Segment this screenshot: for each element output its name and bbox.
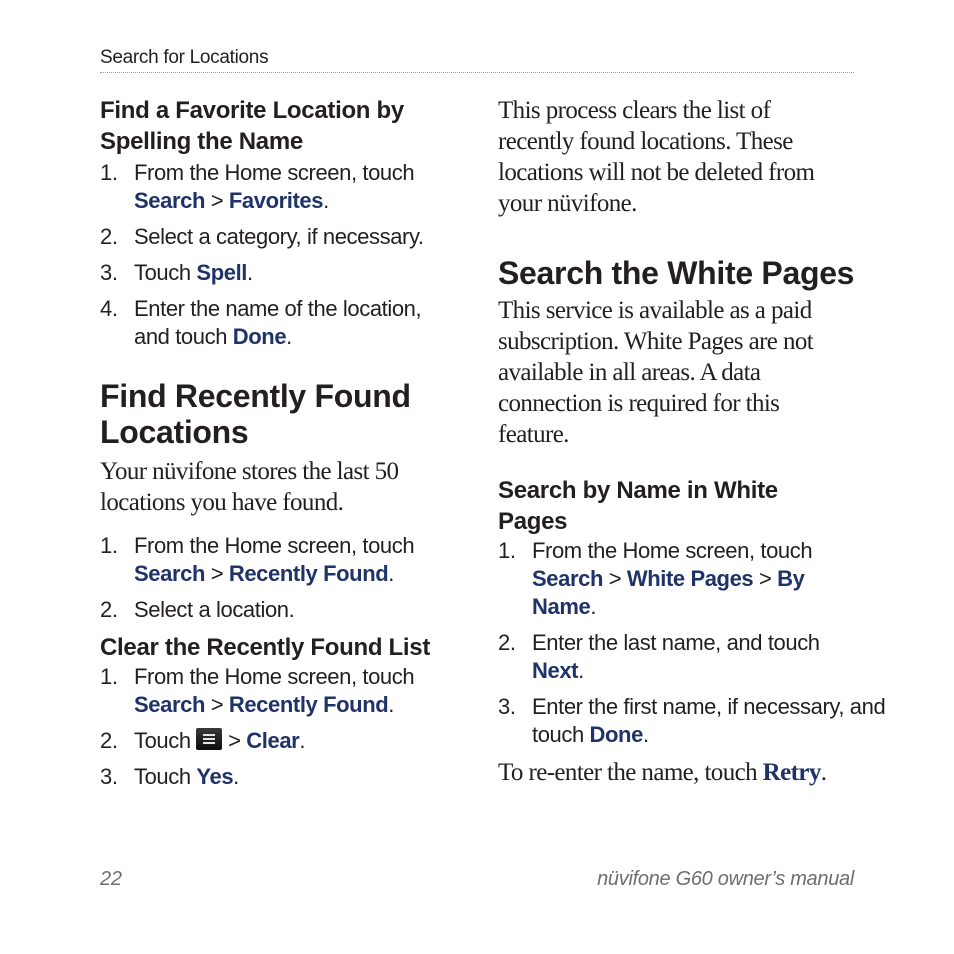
list-item: 3. Enter the first name, if necessary, a… xyxy=(498,694,886,747)
list-item: 2. Enter the last name, and touch Next. xyxy=(498,630,820,683)
recently-found-keyword: Recently Found xyxy=(228,692,389,717)
favorite-steps: 1. From the Home screen, touch Search > … xyxy=(100,159,470,351)
list-item: 2. Select a location. xyxy=(100,597,295,622)
manual-title: nüvifone G60 owner’s manual xyxy=(597,868,854,890)
menu-icon xyxy=(196,728,223,750)
running-head: Search for Locations xyxy=(100,47,269,68)
recent-intro: Your nüvifone stores the last 50 locatio… xyxy=(100,458,399,516)
next-keyword: Next xyxy=(532,658,579,683)
right-column: This process clears the list of recently… xyxy=(498,95,886,788)
favorites-keyword: Favorites xyxy=(228,188,324,213)
retry-note: To re-enter the name, touch Retry. xyxy=(498,759,827,786)
recent-steps: 1. From the Home screen, touch Search > … xyxy=(100,532,470,624)
clear-steps: 1. From the Home screen, touch Search > … xyxy=(100,663,470,791)
list-item: 2. Select a category, if necessary. xyxy=(100,224,424,249)
white-pages-section-title: Search the White Pages xyxy=(498,255,855,291)
list-item: 1. From the Home screen, touch Search > … xyxy=(100,533,415,586)
search-keyword: Search xyxy=(134,188,205,213)
done-keyword: Done xyxy=(589,722,644,747)
search-keyword: Search xyxy=(134,692,205,717)
clear-keyword: Clear xyxy=(246,728,300,753)
list-item: 3. Touch Yes. xyxy=(100,764,239,789)
list-item: 2. Touch > Clear. xyxy=(100,728,306,753)
search-keyword: Search xyxy=(134,561,205,586)
by-name-steps: 1. From the Home screen, touch Search > … xyxy=(498,537,886,749)
done-keyword: Done xyxy=(232,324,287,349)
by-name-section-title: Search by Name in White Pages xyxy=(498,477,778,535)
retry-keyword: Retry xyxy=(762,759,822,786)
yes-keyword: Yes xyxy=(196,764,234,789)
favorite-section-title: Find a Favorite Location by Spelling the… xyxy=(100,97,404,155)
list-item: 1. From the Home screen, touch Search > … xyxy=(498,538,813,619)
spell-keyword: Spell xyxy=(196,260,247,285)
header-divider xyxy=(100,72,854,73)
white-pages-intro: This service is available as a paid subs… xyxy=(498,297,814,448)
recently-found-keyword: Recently Found xyxy=(228,561,389,586)
recent-section-title: Find Recently Found Locations xyxy=(100,378,411,450)
search-keyword: Search xyxy=(532,566,603,591)
clear-section-title: Clear the Recently Found List xyxy=(100,634,431,661)
list-item: 3. Touch Spell. xyxy=(100,260,253,285)
white-pages-keyword: White Pages xyxy=(626,566,754,591)
page-number: 22 xyxy=(100,868,122,890)
list-item: 4. Enter the name of the location, and t… xyxy=(100,296,422,349)
list-item: 1. From the Home screen, touch Search > … xyxy=(100,160,415,213)
left-column: Find a Favorite Location by Spelling the… xyxy=(100,95,470,799)
list-item: 1. From the Home screen, touch Search > … xyxy=(100,664,415,717)
clear-note: This process clears the list of recently… xyxy=(498,97,815,217)
